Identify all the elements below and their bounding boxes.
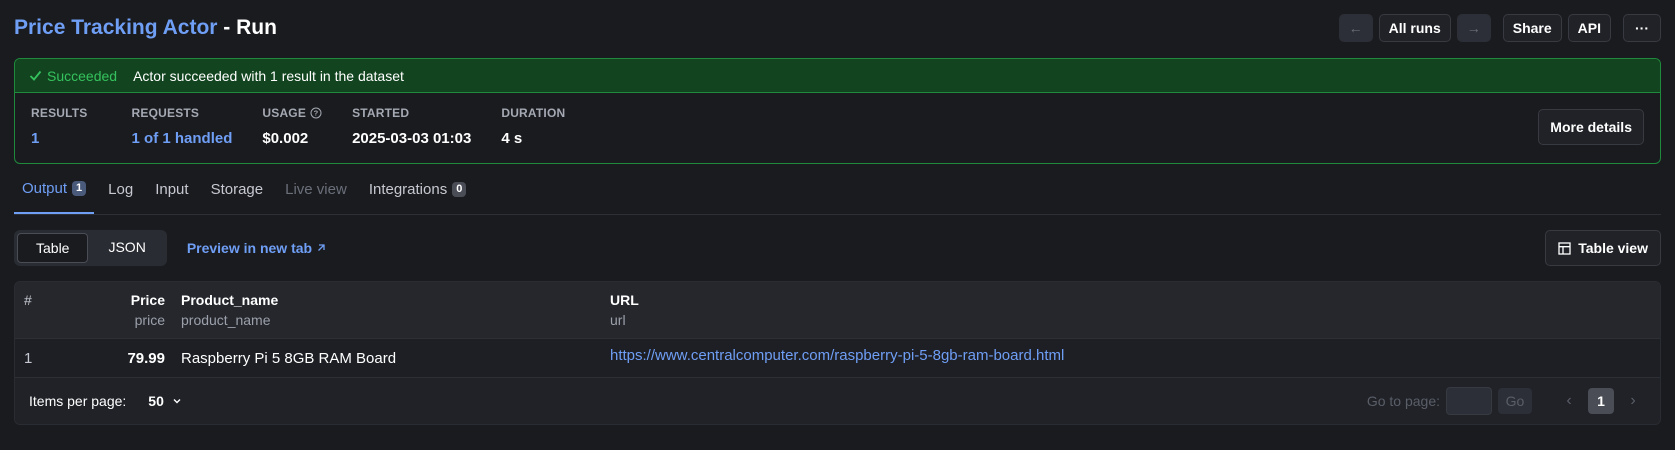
view-json-option[interactable]: JSON — [90, 233, 163, 261]
previous-run-button[interactable]: ← — [1338, 14, 1373, 42]
cell-url-link[interactable]: https://www.centralcomputer.com/raspberr… — [610, 347, 1660, 364]
table-row: 1 79.99 Raspberry Pi 5 8GB RAM Board htt… — [15, 339, 1660, 378]
pagination: Items per page: 50 Go to page: Go ‹ 1 › — [15, 378, 1660, 424]
run-stats: RESULTS 1 REQUESTS 1 of 1 handled USAGE … — [15, 93, 1660, 147]
run-suffix: - Run — [217, 16, 277, 39]
tab-log[interactable]: Log — [100, 164, 141, 214]
stat-usage: USAGE ? $0.002 — [262, 106, 322, 147]
header-actions: ← All runs → Share API ··· — [1338, 14, 1661, 42]
stat-label: DURATION — [501, 106, 566, 120]
view-switch: Table JSON — [14, 230, 167, 266]
tab-label: Integrations — [368, 180, 448, 198]
stat-label: RESULTS — [31, 106, 88, 120]
column-price[interactable]: Price price — [83, 282, 165, 338]
results-link[interactable]: 1 — [31, 130, 88, 147]
tab-live-view[interactable]: Live view — [277, 164, 355, 214]
status-bar: Succeeded Actor succeeded with 1 result … — [15, 59, 1660, 93]
run-status-card: Succeeded Actor succeeded with 1 result … — [14, 58, 1661, 164]
page-navigation: Go to page: Go ‹ 1 › — [1367, 387, 1646, 415]
column-url[interactable]: URL url — [610, 282, 1660, 338]
usage-value: $0.002 — [262, 130, 309, 147]
output-toolbar: Table JSON Preview in new tab Table view — [14, 215, 1661, 281]
arrow-left-icon: ← — [1348, 20, 1363, 36]
page-title: Price Tracking Actor - Run — [14, 16, 277, 40]
api-button[interactable]: API — [1567, 14, 1611, 42]
page: Price Tracking Actor - Run ← All runs → … — [0, 0, 1675, 425]
started-value: 2025-03-03 01:03 — [352, 130, 472, 147]
table-view-button[interactable]: Table view — [1545, 230, 1661, 266]
chevron-down-icon — [173, 399, 181, 404]
goto-page-label: Go to page: — [1366, 393, 1440, 409]
external-link-icon — [318, 244, 325, 251]
items-per-page-label: Items per page: — [29, 393, 127, 409]
status-message: Actor succeeded with 1 result in the dat… — [133, 67, 404, 84]
go-button[interactable]: Go — [1498, 388, 1532, 414]
tab-badge: 1 — [72, 180, 87, 196]
column-field: product_name — [181, 312, 271, 328]
table-view-label: Table view — [1578, 240, 1648, 256]
current-page-button[interactable]: 1 — [1588, 388, 1614, 414]
tab-integrations[interactable]: Integrations 0 — [361, 164, 475, 214]
preview-new-tab-link[interactable]: Preview in new tab — [187, 240, 326, 256]
stat-label: STARTED — [352, 106, 410, 120]
tab-badge: 0 — [452, 181, 467, 197]
column-title: # — [24, 292, 32, 308]
stat-started: STARTED 2025-03-03 01:03 — [352, 106, 471, 147]
actor-title-link[interactable]: Price Tracking Actor — [14, 16, 217, 39]
cell-price: 79.99 — [127, 349, 165, 367]
stat-label: USAGE ? — [262, 106, 322, 120]
tab-output[interactable]: Output 1 — [14, 164, 95, 214]
ellipsis-icon: ··· — [1635, 20, 1649, 36]
stat-duration: DURATION 4 s — [501, 106, 565, 147]
page-header: Price Tracking Actor - Run ← All runs → … — [14, 0, 1661, 56]
cell-index: 1 — [24, 349, 33, 367]
status-label: Succeeded — [47, 67, 118, 84]
table-header: # Price price Product_name product_name … — [15, 282, 1660, 339]
help-circle-icon[interactable]: ? — [310, 107, 322, 119]
tab-label: Output — [22, 179, 68, 197]
stat-label: REQUESTS — [131, 106, 200, 120]
column-field: url — [610, 312, 626, 328]
goto-page-input[interactable] — [1446, 387, 1492, 415]
column-title: URL — [610, 292, 639, 308]
items-per-page: Items per page: 50 — [29, 393, 182, 409]
column-index: # — [15, 282, 83, 338]
table-icon — [1558, 241, 1571, 255]
items-per-page-select[interactable]: 50 — [148, 393, 182, 409]
items-per-page-value: 50 — [148, 393, 164, 409]
chevron-right-icon[interactable]: › — [1620, 392, 1646, 410]
checkmark-icon — [29, 70, 42, 81]
status-badge: Succeeded — [29, 68, 117, 84]
more-actions-button[interactable]: ··· — [1623, 14, 1661, 42]
chevron-left-icon[interactable]: ‹ — [1556, 392, 1582, 410]
column-title: Price — [130, 292, 165, 308]
column-product-name[interactable]: Product_name product_name — [165, 282, 610, 338]
run-tabs: Output 1 Log Input Storage Live view Int… — [14, 164, 1661, 215]
cell-product-name: Raspberry Pi 5 8GB RAM Board — [181, 349, 397, 367]
toolbar-left: Table JSON Preview in new tab — [14, 230, 326, 266]
share-button[interactable]: Share — [1502, 14, 1562, 42]
tab-storage[interactable]: Storage — [203, 164, 272, 214]
view-table-option[interactable]: Table — [17, 233, 89, 263]
tab-input[interactable]: Input — [147, 164, 196, 214]
column-field: price — [134, 312, 165, 328]
duration-value: 4 s — [501, 130, 523, 147]
svg-text:?: ? — [314, 109, 319, 118]
stat-results: RESULTS 1 — [31, 106, 88, 147]
more-details-button[interactable]: More details — [1538, 109, 1644, 145]
preview-label: Preview in new tab — [186, 240, 313, 256]
next-run-button[interactable]: → — [1456, 14, 1491, 42]
column-title: Product_name — [181, 292, 279, 308]
arrow-right-icon: → — [1466, 20, 1481, 36]
dataset-table: # Price price Product_name product_name … — [14, 281, 1661, 425]
requests-link[interactable]: 1 of 1 handled — [132, 130, 233, 147]
usage-label: USAGE — [262, 106, 307, 120]
stat-requests: REQUESTS 1 of 1 handled — [132, 106, 233, 147]
all-runs-button[interactable]: All runs — [1378, 14, 1451, 42]
